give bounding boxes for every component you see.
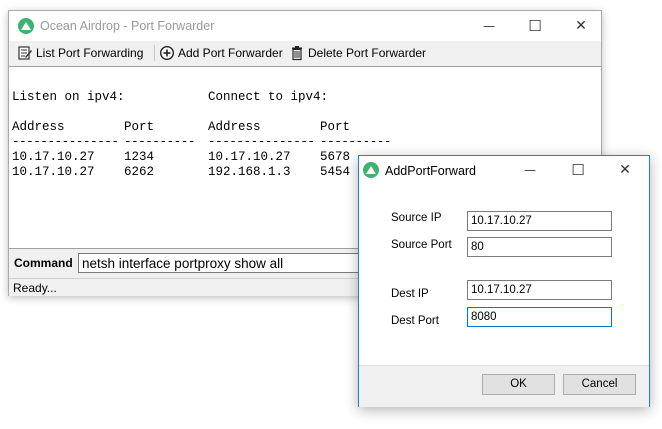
listen-heading: Listen on ipv4:: [12, 90, 125, 104]
row-2-connect-port: 5454: [320, 165, 351, 179]
col-header-connect-address: Address: [208, 120, 261, 134]
row-1-connect-address: 10.17.10.27: [208, 150, 291, 164]
row-2-connect-address: 192.168.1.3: [208, 165, 291, 179]
row-1-connect-port: 5678: [320, 150, 351, 164]
main-titlebar[interactable]: Ocean Airdrop - Port Forwarder — ☐ ✕: [9, 11, 601, 41]
toolbar-separator: [154, 45, 155, 61]
list-port-forwarding-label: List Port Forwarding: [36, 46, 144, 60]
dest-ip-label: Dest IP: [391, 288, 429, 300]
app-logo-icon: [18, 18, 34, 34]
dialog-body: Source IP Source Port Dest IP Dest Port: [359, 185, 649, 365]
list-port-forwarding-button[interactable]: List Port Forwarding: [17, 44, 147, 62]
separator-listen-port: ----------: [124, 135, 196, 149]
close-button[interactable]: ✕: [558, 11, 604, 41]
main-window-title: Ocean Airdrop - Port Forwarder: [40, 19, 215, 33]
dialog-maximize-button[interactable]: ☐: [557, 156, 599, 185]
list-edit-icon: [18, 46, 32, 60]
separator-listen-address: ---------------: [12, 135, 119, 149]
dest-port-input[interactable]: [467, 307, 612, 327]
dialog-logo-icon: [363, 162, 379, 178]
ok-button[interactable]: OK: [482, 374, 555, 395]
row-2-listen-address: 10.17.10.27: [12, 165, 95, 179]
dest-port-label: Dest Port: [391, 315, 439, 327]
delete-port-forwarder-button[interactable]: Delete Port Forwarder: [289, 44, 429, 62]
add-port-forwarder-label: Add Port Forwarder: [178, 46, 283, 60]
dialog-footer: OK Cancel: [359, 365, 649, 407]
delete-port-forwarder-label: Delete Port Forwarder: [308, 46, 427, 60]
row-2-listen-port: 6262: [124, 165, 155, 179]
add-circle-icon: [159, 45, 175, 61]
row-1-listen-port: 1234: [124, 150, 155, 164]
dialog-close-button[interactable]: ✕: [604, 156, 646, 185]
add-port-forward-dialog: AddPortForward — ☐ ✕ Source IP Source Po…: [358, 155, 650, 407]
add-port-forwarder-button[interactable]: Add Port Forwarder: [159, 44, 284, 62]
minimize-button[interactable]: —: [466, 11, 512, 41]
toolbar: List Port Forwarding Add Port Forwarder …: [9, 41, 601, 65]
dialog-minimize-button[interactable]: —: [509, 156, 551, 185]
source-port-input[interactable]: [467, 237, 612, 257]
command-label: Command: [14, 256, 73, 270]
dest-ip-input[interactable]: [467, 280, 612, 300]
trash-icon: [292, 46, 302, 61]
source-ip-label: Source IP: [391, 212, 442, 224]
connect-heading: Connect to ipv4:: [208, 90, 329, 104]
separator-connect-port: ----------: [320, 135, 392, 149]
col-header-connect-port: Port: [320, 120, 351, 134]
source-port-label: Source Port: [391, 239, 452, 251]
maximize-button[interactable]: ☐: [512, 11, 558, 41]
dialog-title: AddPortForward: [385, 164, 477, 178]
col-header-listen-address: Address: [12, 120, 65, 134]
row-1-listen-address: 10.17.10.27: [12, 150, 95, 164]
cancel-button[interactable]: Cancel: [563, 374, 636, 395]
status-text: Ready...: [13, 281, 57, 295]
dialog-titlebar[interactable]: AddPortForward — ☐ ✕: [359, 156, 649, 185]
col-header-listen-port: Port: [124, 120, 155, 134]
separator-connect-address: ---------------: [208, 135, 315, 149]
source-ip-input[interactable]: [467, 211, 612, 231]
